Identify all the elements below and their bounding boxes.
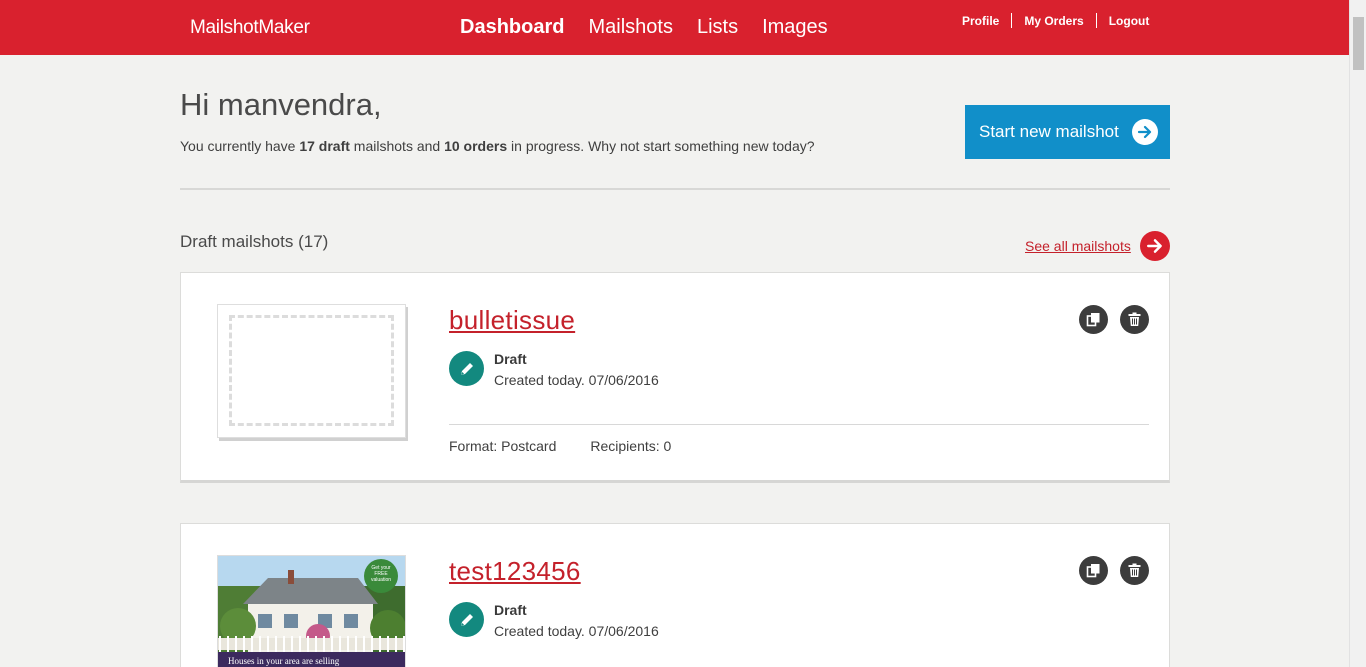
arrow-right-icon <box>1132 119 1158 145</box>
my-orders-link[interactable]: My Orders <box>1024 14 1083 28</box>
mailshot-thumbnail-placeholder[interactable] <box>217 304 406 438</box>
mailshot-meta: Format: Postcard Recipients: 0 <box>449 438 671 454</box>
page-scrollbar[interactable] <box>1349 0 1366 667</box>
top-navbar: MailshotMaker Dashboard Mailshots Lists … <box>0 0 1349 55</box>
order-count: 10 orders <box>444 138 508 154</box>
recipients-label: Recipients: 0 <box>590 438 672 454</box>
nav-dashboard[interactable]: Dashboard <box>460 16 564 39</box>
trash-icon[interactable] <box>1120 556 1149 585</box>
user-nav: Profile My Orders Logout <box>962 13 1149 28</box>
copy-icon[interactable] <box>1079 305 1108 334</box>
thumbnail-caption: Houses in your area are selling <box>228 656 340 666</box>
nav-mailshots[interactable]: Mailshots <box>588 16 672 39</box>
created-date: Created today. 07/06/2016 <box>494 372 659 388</box>
greeting-title: Hi manvendra, <box>180 87 382 122</box>
status-label: Draft <box>494 602 527 618</box>
mailshot-thumbnail[interactable]: Get your FREE valuation Houses in your a… <box>217 555 406 667</box>
profile-link[interactable]: Profile <box>962 14 999 28</box>
draft-count: 17 draft <box>299 138 350 154</box>
summary-text: You currently have 17 draft mailshots an… <box>180 138 815 154</box>
thumbnail-dashed-border <box>229 315 394 426</box>
mailshot-card: bulletissue Draft Created today. 07/06/2… <box>180 272 1170 483</box>
trash-icon[interactable] <box>1120 305 1149 334</box>
mailshot-title-link[interactable]: test123456 <box>449 556 581 587</box>
nav-images[interactable]: Images <box>762 16 828 39</box>
mailshot-title-link[interactable]: bulletissue <box>449 305 575 336</box>
status-label: Draft <box>494 351 527 367</box>
summary-pre: You currently have <box>180 138 300 154</box>
pencil-icon <box>449 351 484 386</box>
see-all-mailshots-link[interactable]: See all mailshots <box>1025 238 1131 254</box>
section-divider <box>180 188 1170 190</box>
nav-lists[interactable]: Lists <box>697 16 738 39</box>
drafts-section-title: Draft mailshots (17) <box>180 232 329 251</box>
nav-separator <box>1011 13 1013 28</box>
nav-separator <box>1095 13 1097 28</box>
mailshot-card: Get your FREE valuation Houses in your a… <box>180 523 1170 667</box>
scrollbar-thumb[interactable] <box>1353 17 1364 70</box>
logout-link[interactable]: Logout <box>1109 14 1150 28</box>
start-button-label: Start new mailshot <box>979 122 1119 141</box>
created-date: Created today. 07/06/2016 <box>494 623 659 639</box>
brand-logo[interactable]: MailshotMaker <box>190 17 310 39</box>
badge-line-3: valuation <box>370 577 391 583</box>
arrow-right-icon[interactable] <box>1140 231 1170 261</box>
summary-post: in progress. Why not start something new… <box>507 138 815 154</box>
card-divider <box>449 424 1149 425</box>
format-label: Format: Postcard <box>449 438 557 454</box>
valuation-badge: Get your FREE valuation <box>364 565 398 583</box>
copy-icon[interactable] <box>1079 556 1108 585</box>
summary-mid: mailshots and <box>349 138 445 154</box>
pencil-icon <box>449 602 484 637</box>
main-nav: Dashboard Mailshots Lists Images <box>460 16 828 39</box>
start-new-mailshot-button[interactable]: Start new mailshot <box>965 105 1170 159</box>
